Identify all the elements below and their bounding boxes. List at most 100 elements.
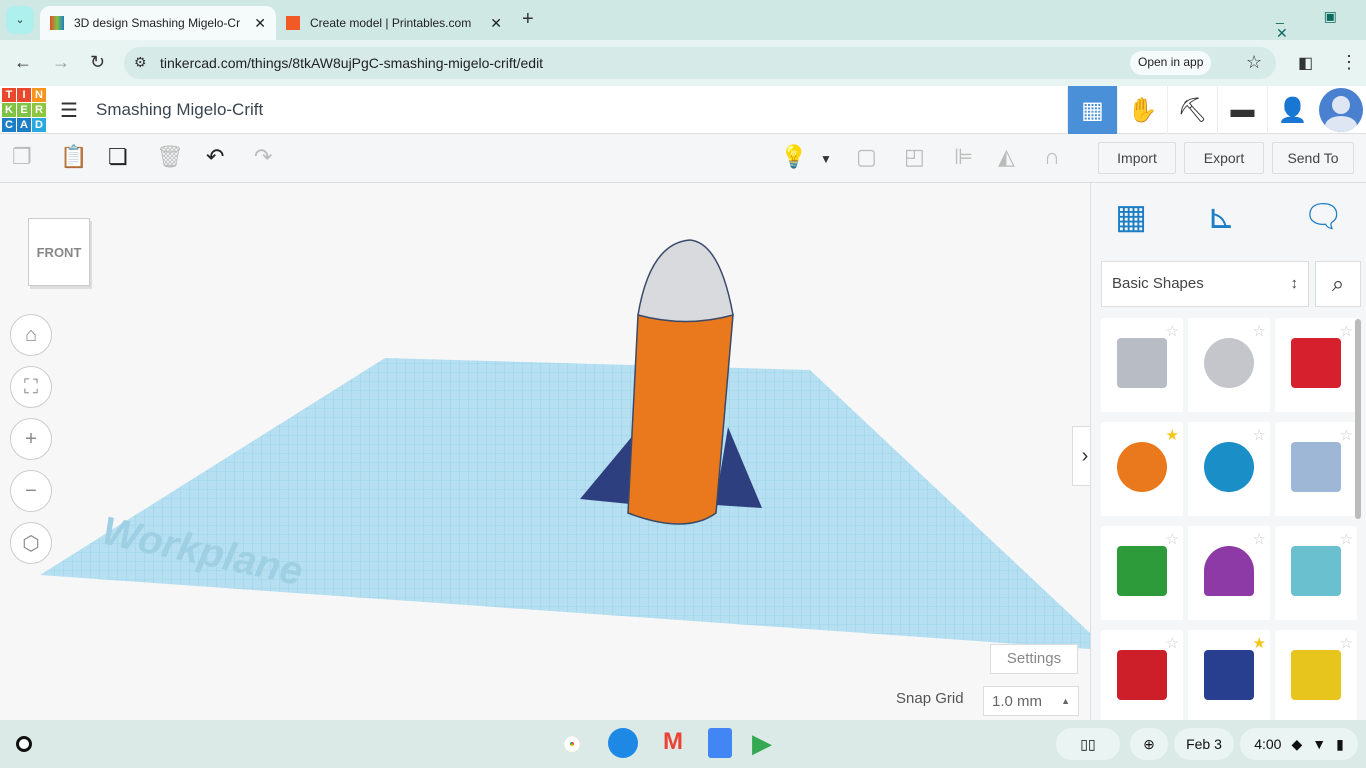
mirror-icon[interactable]: ◭ [998,144,1015,170]
close-tab-icon[interactable]: ✕ [254,15,266,32]
workplane-tool-icon[interactable]: ▦ [1115,197,1147,237]
cruise-icon[interactable]: ∩ [1044,144,1060,170]
shape-thumbnail [1204,442,1254,492]
wifi-icon: ▼ [1312,736,1327,752]
delete-icon[interactable]: 🗑 [156,144,184,170]
search-shapes-icon[interactable]: ⌕ [1315,261,1361,307]
bookmark-star-icon[interactable]: ☆ [1246,52,1262,73]
favorite-star-icon[interactable]: ★ [1253,634,1266,652]
grid-view-icon[interactable]: ▦ [1067,86,1117,134]
settings-button[interactable]: Settings [990,644,1078,674]
snap-grid-select[interactable]: 1.0 mm ▲ [983,686,1079,716]
design-title[interactable]: Smashing Migelo-Crift [96,100,263,120]
panel-scrollbar[interactable] [1355,319,1361,519]
shape-thumbnail [1204,546,1254,596]
fit-view-icon[interactable]: ⛶ [10,366,52,408]
light-bulb-icon[interactable]: 💡 [780,144,807,170]
back-button[interactable]: ← [14,52,32,73]
shape-item[interactable]: ☆ [1101,318,1183,412]
chrome-icon[interactable] [556,728,588,760]
site-info-icon[interactable]: ⚙ [134,54,147,71]
redo-icon[interactable]: ↷ [254,144,272,170]
favorite-star-icon[interactable]: ☆ [1253,426,1266,444]
shape-thumbnail [1291,546,1341,596]
import-button[interactable]: Import [1098,142,1176,174]
avatar[interactable] [1319,88,1363,132]
favorite-star-icon[interactable]: ★ [1166,426,1179,444]
shape-item[interactable]: ☆ [1188,318,1270,412]
lego-brick-icon[interactable]: ▬ [1217,86,1267,134]
favorite-star-icon[interactable]: ☆ [1340,634,1353,652]
shape-item[interactable]: ☆ [1101,630,1183,724]
logo-letter: I [17,88,31,102]
new-tab-button[interactable]: + [522,8,534,31]
add-button[interactable]: ⊕ [1130,728,1168,760]
shape-item[interactable]: ☆ [1275,318,1357,412]
favorite-star-icon[interactable]: ☆ [1340,530,1353,548]
favorite-star-icon[interactable]: ☆ [1253,530,1266,548]
menu-icon[interactable]: ⋮ [1340,52,1358,73]
favorite-star-icon[interactable]: ☆ [1253,322,1266,340]
open-in-app-button[interactable]: Open in app [1130,51,1212,75]
group-icon[interactable]: ▢ [856,144,877,170]
gmail-icon[interactable]: M [658,728,688,758]
clock: 4:00 [1254,736,1282,752]
dropdown-icon[interactable]: ▼ [820,152,832,166]
launcher-button[interactable] [16,736,32,752]
docs-icon[interactable] [708,728,732,758]
tinkercad-logo[interactable]: TIN KER CAD [2,88,46,132]
tab-search-button[interactable]: ⌄ [6,6,34,34]
battery-icon: ▮ [1336,735,1344,752]
date[interactable]: Feb 3 [1174,728,1234,760]
window-controls[interactable]: _ ▣ ✕ [1276,8,1366,42]
send-to-button[interactable]: Send To [1272,142,1354,174]
favorite-star-icon[interactable]: ☆ [1340,426,1353,444]
favorite-star-icon[interactable]: ☆ [1166,322,1179,340]
ruler-tool-icon[interactable]: ⊾ [1207,197,1236,237]
shape-item[interactable]: ☆ [1275,526,1357,620]
duplicate-icon[interactable]: ❏ [108,144,128,170]
holding-space-tray[interactable]: ▯▯ [1056,728,1120,760]
logo-letter: D [32,118,46,132]
shape-item[interactable]: ☆ [1275,630,1357,724]
forward-button[interactable]: → [52,52,70,73]
undo-icon[interactable]: ↶ [206,144,224,170]
favorite-star-icon[interactable]: ☆ [1340,322,1353,340]
reload-button[interactable]: ↻ [90,52,105,73]
paste-icon[interactable]: 📋 [60,144,87,170]
tab-tinkercad[interactable]: 3D design Smashing Migelo-Cr ✕ [40,6,276,40]
close-tab-icon[interactable]: ✕ [490,15,502,32]
design-list-icon[interactable]: ☰ [60,98,78,123]
add-user-icon[interactable]: 👤 [1267,86,1317,134]
favorite-star-icon[interactable]: ☆ [1166,530,1179,548]
minecraft-pickaxe-icon[interactable]: ⛏ [1167,86,1217,134]
status-tray[interactable]: 4:00 ◆ ▼ ▮ [1240,728,1358,760]
shape-item[interactable]: ☆ [1275,422,1357,516]
align-icon[interactable]: ⊫ [954,144,973,170]
shape-item[interactable]: ★ [1101,422,1183,516]
shape-item[interactable]: ☆ [1188,422,1270,516]
shape-category-select[interactable]: Basic Shapes ↕ [1101,261,1309,307]
perspective-icon[interactable]: ⬡ [10,522,52,564]
copy-icon[interactable]: ❐ [12,144,32,170]
side-panel-icon[interactable]: ◧ [1298,53,1313,73]
zoom-in-icon[interactable]: + [10,418,52,460]
bricks-icon[interactable]: ✋ [1117,86,1167,134]
files-icon[interactable] [608,728,638,758]
export-button[interactable]: Export [1184,142,1264,174]
url-input[interactable]: tinkercad.com/things/8tkAW8ujPgC-smashin… [124,47,1276,79]
shape-item[interactable]: ☆ [1188,526,1270,620]
zoom-out-icon[interactable]: − [10,470,52,512]
play-store-icon[interactable]: ▶ [752,728,782,758]
shape-thumbnail [1291,650,1341,700]
ungroup-icon[interactable]: ◰ [904,144,925,170]
notes-tool-icon[interactable]: 🗨 [1303,197,1344,235]
favorite-star-icon[interactable]: ☆ [1166,634,1179,652]
view-cube[interactable]: FRONT [28,218,90,286]
home-view-icon[interactable]: ⌂ [10,314,52,356]
shape-thumbnail [1117,546,1167,596]
shape-item[interactable]: ★ [1188,630,1270,724]
shape-item[interactable]: ☆ [1101,526,1183,620]
tab-printables[interactable]: Create model | Printables.com ✕ [276,6,512,40]
3d-viewport[interactable]: Workplane [0,183,1090,720]
